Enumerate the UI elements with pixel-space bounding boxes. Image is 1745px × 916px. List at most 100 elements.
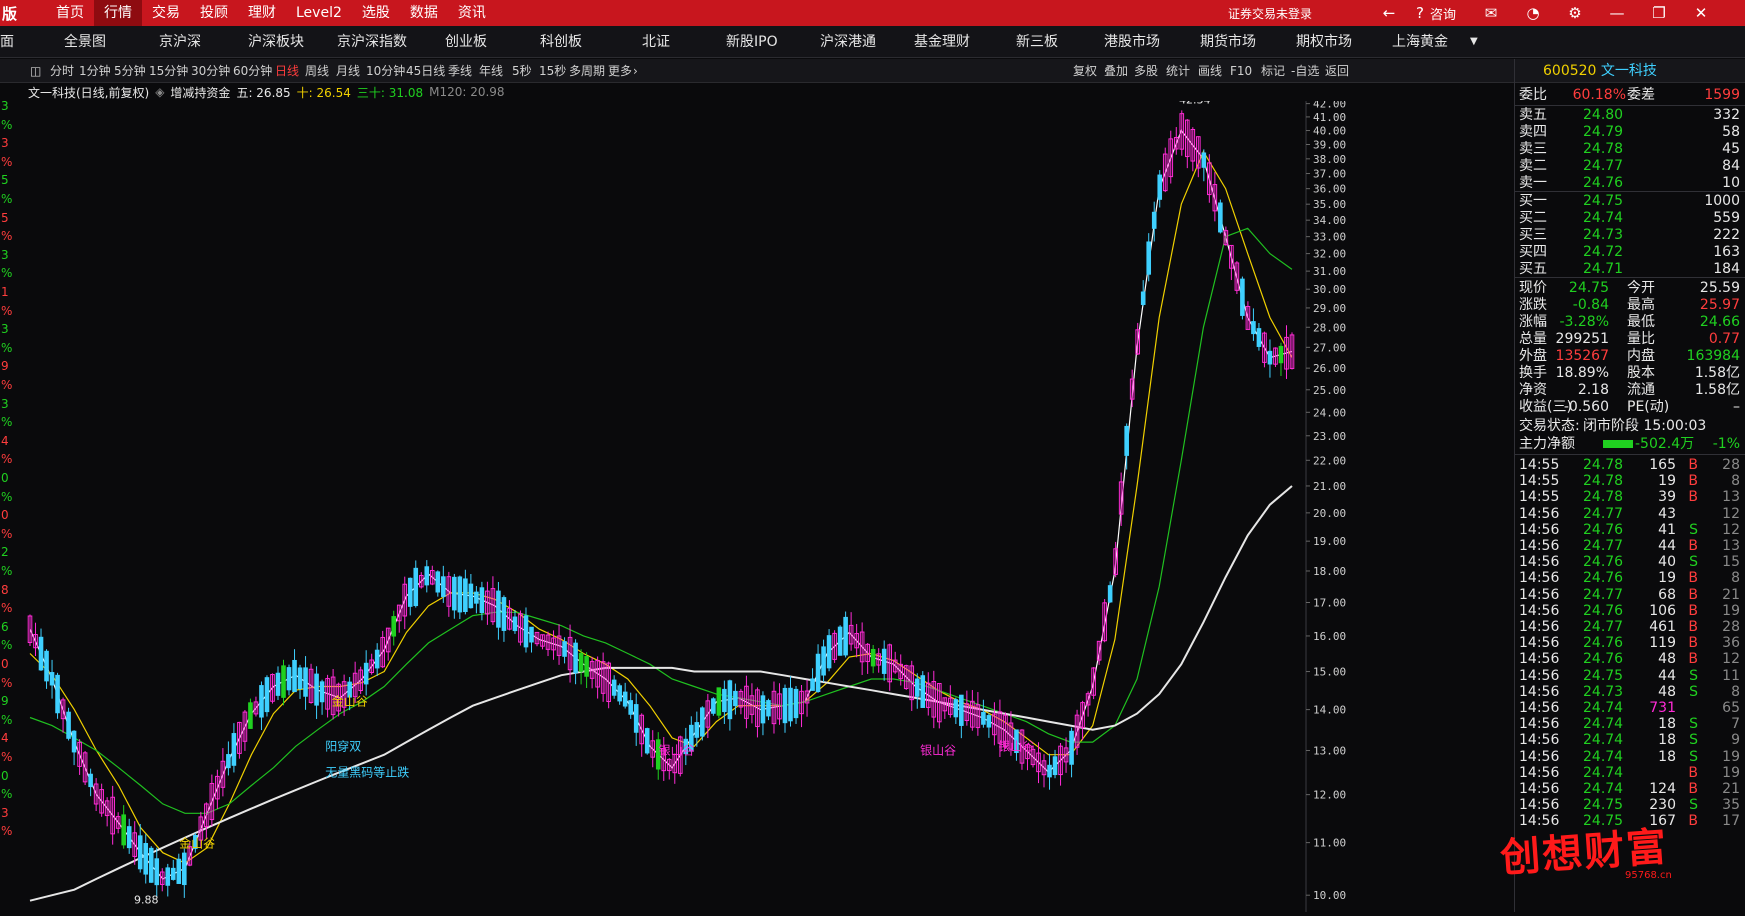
left-axis-label: 3	[1, 136, 9, 151]
menu-item[interactable]: 行情	[94, 0, 142, 26]
mail-icon[interactable]: ✉	[1470, 4, 1512, 22]
stock-code: 600520	[1543, 63, 1597, 79]
market-tab[interactable]: 科创板	[540, 26, 582, 58]
indicator-icon[interactable]: ◈	[155, 85, 164, 99]
menu-item[interactable]: 首页	[46, 0, 94, 26]
period-button[interactable]: 15秒	[539, 59, 566, 83]
quote-header: 600520 文一科技	[1515, 59, 1745, 83]
period-button[interactable]: 季线	[448, 59, 472, 83]
market-tab[interactable]: 全景图	[64, 26, 106, 58]
m120-label: M120: 20.98	[429, 85, 505, 99]
period-button[interactable]: 15分钟	[149, 59, 188, 83]
price-axis-label: 20.00	[1313, 507, 1346, 520]
left-axis-label: 0	[1, 508, 9, 523]
back-arrow-icon[interactable]: ←	[1368, 4, 1410, 22]
menu-item[interactable]: 资讯	[448, 0, 496, 26]
period-button[interactable]: 周线	[305, 59, 329, 83]
settings-gear-icon[interactable]: ⚙	[1554, 4, 1596, 22]
login-status[interactable]: 证券交易未登录	[1228, 5, 1312, 22]
menu-item[interactable]: 理财	[238, 0, 286, 26]
chart-pie-icon[interactable]: ◔	[1512, 4, 1554, 22]
left-axis-label: 3	[1, 805, 9, 820]
market-tab[interactable]: 新三板	[1016, 26, 1058, 58]
period-button[interactable]: 月线	[336, 59, 360, 83]
close-icon[interactable]: ✕	[1680, 4, 1722, 22]
bid-price: 24.72	[1583, 244, 1624, 260]
period-button[interactable]: 1分钟	[79, 59, 111, 83]
menu-item[interactable]: 选股	[352, 0, 400, 26]
restore-window-icon[interactable]: ❐	[1638, 4, 1680, 22]
ask-row: 卖三 24.78 45	[1515, 140, 1745, 158]
menu-item[interactable]: 数据	[400, 0, 448, 26]
price-axis-label: 37.00	[1313, 168, 1346, 181]
help-icon[interactable]: ?	[1410, 4, 1430, 22]
period-button[interactable]: 5秒	[512, 59, 532, 83]
period-button[interactable]: 分时	[50, 59, 74, 83]
menu-item[interactable]: 交易	[142, 0, 190, 26]
status-value: 闭市阶段 15:00:03	[1583, 418, 1707, 434]
period-button[interactable]: 10分钟	[366, 59, 405, 83]
candle-body	[1267, 350, 1273, 365]
kline-chart-svg[interactable]: 42.0041.0040.0039.00 38.00 37.00 36.00 35.00…	[24, 90, 1452, 912]
period-button[interactable]: 30分钟	[191, 59, 230, 83]
period-button[interactable]: 日线	[275, 59, 299, 83]
period-button[interactable]: 45日线	[406, 59, 445, 83]
market-tab[interactable]: 期货市场	[1200, 26, 1256, 58]
candle-body	[1218, 202, 1223, 233]
candle-body	[479, 587, 485, 614]
menu-item[interactable]: 投顾	[190, 0, 238, 26]
more-chevron-icon[interactable]: ›	[633, 59, 638, 83]
indicator-name[interactable]: 增减持资金	[170, 84, 230, 101]
market-tab[interactable]: 沪深板块	[248, 26, 304, 58]
toolbar-action[interactable]: F10	[1230, 59, 1252, 83]
left-axis-label: %	[1, 415, 13, 430]
left-axis-label: %	[1, 564, 13, 578]
market-tab[interactable]: 创业板	[445, 26, 487, 58]
toolbar-action[interactable]: 画线	[1198, 59, 1222, 83]
watermark-url: 95768.cn	[1625, 870, 1672, 881]
toolbar-action[interactable]: 标记	[1261, 59, 1285, 83]
market-tab[interactable]: 基金理财	[914, 26, 970, 58]
toolbar-action[interactable]: -自选	[1291, 59, 1319, 83]
consult-link[interactable]: 咨询	[1430, 4, 1456, 23]
period-button[interactable]: 60分钟	[233, 59, 272, 83]
market-tab[interactable]: 港股市场	[1104, 26, 1160, 58]
toolbar-action[interactable]: 返回	[1325, 59, 1349, 83]
period-button[interactable]: 5分钟	[114, 59, 146, 83]
tick-side: B	[1688, 813, 1698, 830]
candle-body	[523, 615, 529, 648]
market-tab[interactable]: 上海黄金	[1392, 26, 1448, 58]
market-tab[interactable]: 北证	[642, 26, 670, 58]
market-tab[interactable]: 京沪深指数	[337, 26, 407, 58]
candle-body	[788, 687, 793, 722]
toolbar-action[interactable]: 叠加	[1104, 59, 1128, 83]
pattern-annotation: 阳穿双	[325, 738, 361, 753]
toolbar-action[interactable]: 统计	[1166, 59, 1190, 83]
stat-value: 2.18	[1577, 382, 1609, 398]
stock-name[interactable]: 文一科技	[1601, 63, 1657, 79]
candle-body	[248, 702, 253, 729]
period-button[interactable]: 年线	[479, 59, 503, 83]
candle-body	[821, 646, 826, 676]
candle-body	[870, 648, 876, 667]
market-tab[interactable]: 面	[0, 26, 14, 58]
candle-body	[562, 641, 567, 657]
left-axis-label: 1	[1, 285, 9, 299]
menu-item[interactable]: Level2	[286, 0, 352, 26]
price-axis-label: 23.00	[1313, 430, 1346, 443]
pattern-annotation: 银山谷	[998, 739, 1034, 753]
dropdown-arrow-icon[interactable]: ▼	[1470, 26, 1478, 58]
period-button[interactable]: 多周期	[569, 59, 605, 83]
toolbar-action[interactable]: 复权	[1073, 59, 1097, 83]
market-tab[interactable]: 京沪深	[159, 26, 201, 58]
toolbar-action[interactable]: 多股	[1134, 59, 1158, 83]
kline-chart-area[interactable]: 42.00 41.00 40.00 39.00 38.00 37.00 36.00 35.00…	[24, 90, 1452, 912]
minimize-icon[interactable]: —	[1596, 4, 1638, 22]
quote-divider	[1515, 454, 1745, 455]
period-button[interactable]: 更多	[608, 59, 632, 83]
market-tab[interactable]: 期权市场	[1296, 26, 1352, 58]
layout-toggle-icon[interactable]: ◫	[30, 59, 41, 83]
left-axis-label: %	[1, 192, 13, 206]
market-tab[interactable]: 沪深港通	[820, 26, 876, 58]
market-tab[interactable]: 新股IPO	[726, 26, 778, 58]
